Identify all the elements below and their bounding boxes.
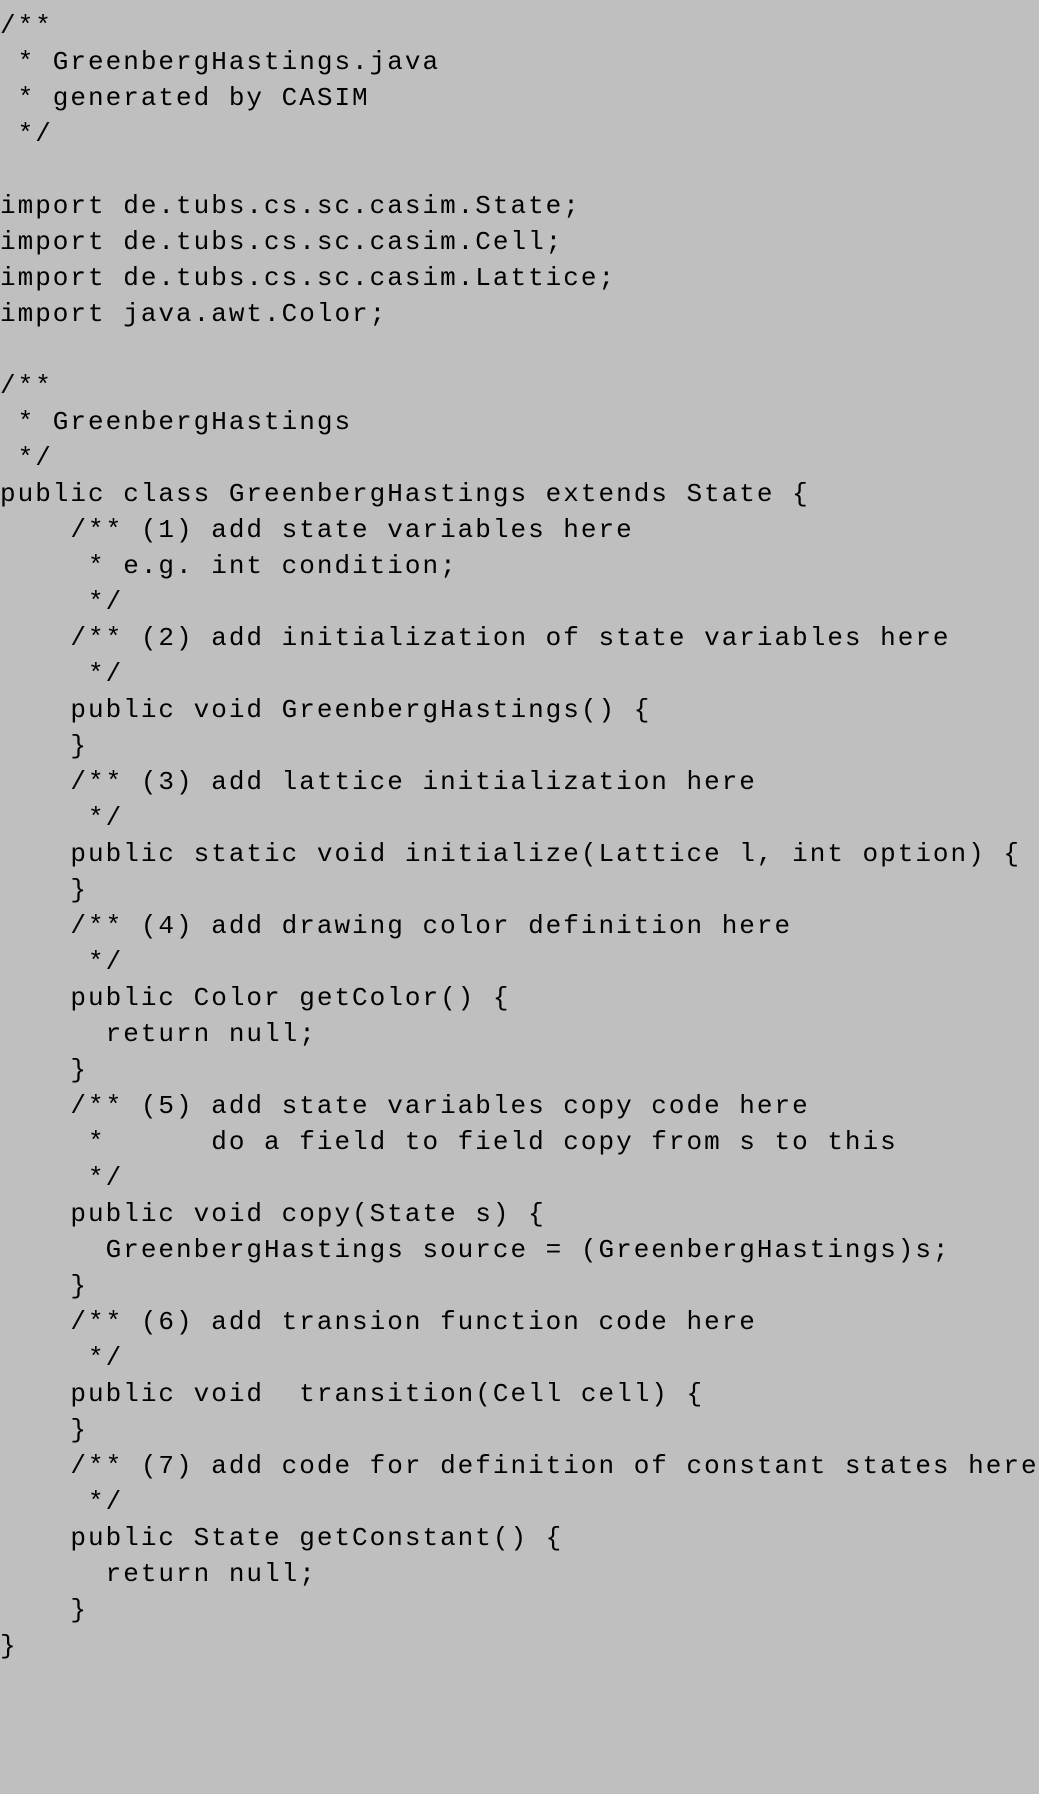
source-code: /** * GreenbergHastings.java * generated… [0,0,1039,1664]
